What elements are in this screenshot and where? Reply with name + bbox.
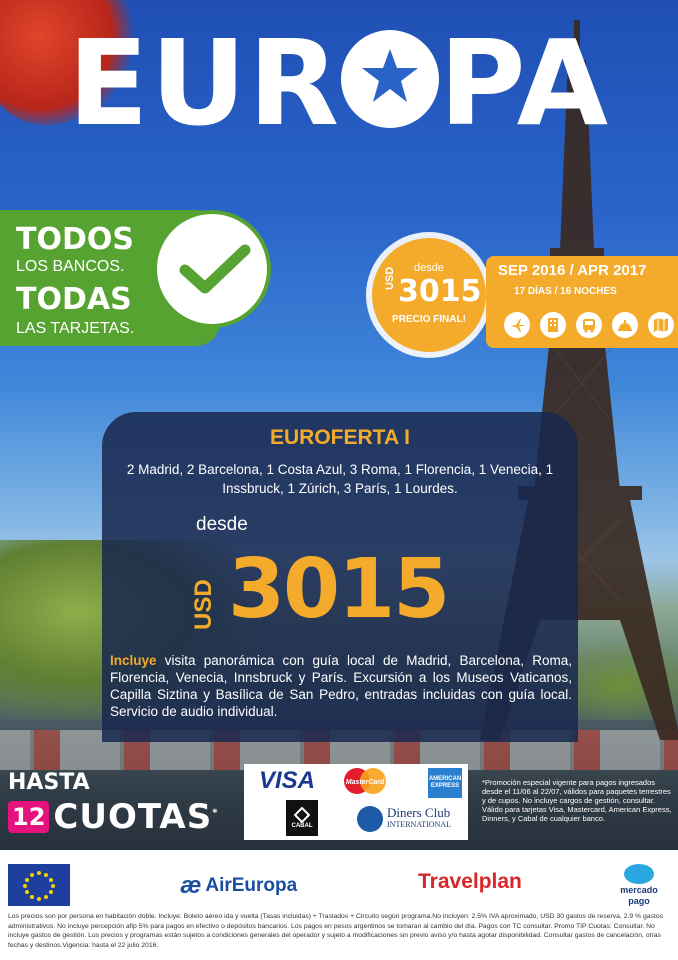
badge-final-price: PRECIO FINAL! [392, 314, 466, 325]
visa-logo: VISA [258, 767, 315, 794]
service-bell-icon [612, 312, 638, 338]
star-o-icon [341, 30, 440, 128]
fine-print: Los precios son por persona en habitació… [8, 913, 664, 949]
mastercard-text: MasterCard [346, 779, 385, 786]
banks-line-2: LOS BANCOS. [16, 258, 125, 275]
cabal-logo: CABAL [286, 800, 318, 836]
banks-line-4: LAS TARJETAS. [16, 320, 135, 337]
banks-line-3: TODAS [16, 282, 132, 317]
page-title: EUR PA [0, 18, 678, 148]
diners-text: Diners Club [387, 805, 451, 820]
handshake-icon [624, 864, 654, 884]
payment-cards-box: VISA MasterCard AMERICAN EXPRESS CABAL D… [244, 764, 468, 840]
includes-label: Incluye [110, 653, 157, 668]
poster-background: EUR PA TODOS LOS BANCOS. TODAS LAS TARJET… [0, 0, 678, 850]
badge-currency: USD [384, 266, 396, 290]
installments-hasta: HASTA [8, 770, 90, 795]
offer-currency: USD [190, 579, 217, 630]
mercadopago-text-2: pago [628, 896, 650, 906]
installments-asterisk: * [212, 807, 219, 819]
mercadopago-logo: mercado pago [614, 864, 664, 906]
offer-desde: desde [196, 514, 248, 535]
title-right: PA [439, 14, 611, 152]
travelplan-logo: Travelplan [418, 870, 522, 893]
trip-duration: 17 DÍAS / 16 NOCHES [514, 286, 617, 297]
offer-includes: Incluye visita panorámica con guía local… [110, 652, 572, 720]
banks-line-1: TODOS [16, 222, 134, 257]
map-icon [648, 312, 674, 338]
aireuropa-text: AirEuropa [205, 875, 298, 896]
sponsor-logos: æ AirEuropa Travelplan mercado pago [0, 850, 678, 910]
price-badge: desde USD 3015 PRECIO FINAL! [372, 238, 486, 352]
bus-icon [576, 312, 602, 338]
checkmark-icon [153, 210, 271, 328]
offer-price: 3015 [228, 542, 450, 637]
diners-club-icon [357, 806, 383, 832]
included-services-icons [504, 312, 674, 338]
aireuropa-mark: æ [180, 872, 202, 899]
mercadopago-text-1: mercado [620, 885, 658, 895]
installments-label: CUOTAS* [53, 797, 218, 837]
badge-amount: 3015 [398, 274, 482, 309]
hotel-icon [540, 312, 566, 338]
title-left: EUR [67, 14, 342, 152]
aireuropa-logo: æ AirEuropa [180, 872, 297, 900]
includes-text: visita panorámica con guía local de Madr… [110, 653, 572, 719]
diners-subtext: INTERNATIONAL [387, 820, 451, 829]
cabal-text: CABAL [291, 823, 313, 829]
date-range: SEP 2016 / APR 2017 [498, 262, 647, 279]
diners-club-logo: Diners Club INTERNATIONAL [342, 804, 466, 834]
offer-route: 2 Madrid, 2 Barcelona, 1 Costa Azul, 3 R… [126, 462, 554, 496]
airplane-icon [504, 312, 530, 338]
offer-name: EUROFERTA I [270, 426, 410, 449]
installments-label-text: CUOTAS [53, 797, 213, 837]
offer-panel: EUROFERTA I 2 Madrid, 2 Barcelona, 1 Cos… [102, 412, 578, 742]
mastercard-logo: MasterCard [340, 768, 390, 794]
installments-number: 12 [8, 801, 50, 833]
installments-banner: HASTA 12 CUOTAS* [8, 770, 218, 837]
dates-panel: SEP 2016 / APR 2017 17 DÍAS / 16 NOCHES [486, 256, 678, 348]
amex-logo: AMERICAN EXPRESS [428, 768, 462, 798]
promo-conditions: *Promoción especial vigente para pagos i… [482, 778, 672, 823]
eu-flag-icon [8, 864, 70, 906]
